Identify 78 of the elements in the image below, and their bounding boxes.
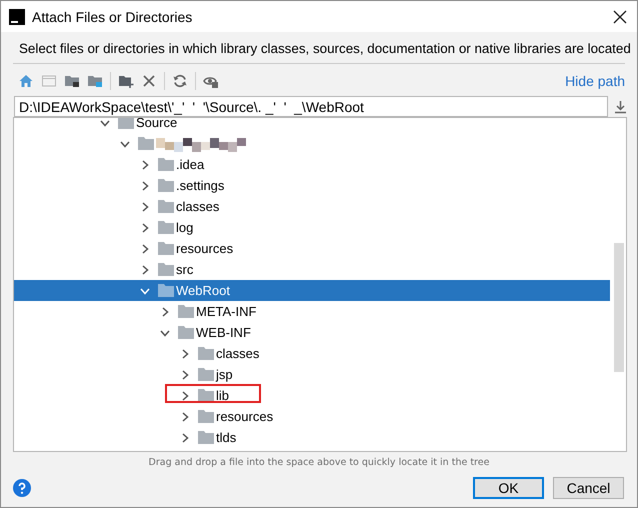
chevron-right-icon[interactable]	[140, 222, 150, 232]
folder-name: WEB-INF	[196, 325, 251, 340]
tree-row[interactable]: WEB-INF	[14, 322, 610, 343]
chevron-down-icon[interactable]	[160, 328, 170, 338]
folder-name: META-INF	[196, 304, 256, 319]
chevron-down-icon[interactable]	[120, 138, 130, 148]
folder-icon	[158, 179, 174, 192]
ok-button[interactable]: OK	[473, 477, 544, 499]
hint-text: Drag and drop a file into the space above to quickly locate it in the tree	[148, 456, 490, 470]
chevron-down-icon[interactable]	[140, 286, 150, 296]
folder-icon	[158, 221, 174, 234]
tree-row[interactable]: META-INF	[14, 301, 610, 322]
folder-name: classes	[216, 346, 260, 361]
folder-icon	[158, 284, 174, 297]
folder-name: .settings	[176, 178, 224, 193]
folder-name: tlds	[216, 430, 236, 445]
folder-icon	[198, 410, 214, 423]
tree-row[interactable]: resources	[14, 406, 610, 427]
app-logo-icon	[9, 8, 25, 24]
folder-icon	[158, 158, 174, 171]
folder-icon	[198, 431, 214, 444]
new-folder-icon[interactable]	[118, 73, 134, 89]
chevron-right-icon[interactable]	[140, 160, 150, 170]
tree-row[interactable]: .idea	[14, 154, 610, 175]
folder-icon	[178, 326, 194, 339]
folder-icon	[138, 137, 154, 150]
tree-row[interactable]: tlds	[14, 427, 610, 448]
tree-row[interactable]: resources	[14, 238, 610, 259]
tree-row[interactable]: WebRoot	[14, 280, 610, 301]
folder-name: classes	[176, 199, 220, 214]
folder-name: src	[176, 262, 194, 277]
folder-name: resources	[176, 241, 234, 256]
folder-name: jsp	[216, 367, 233, 382]
chevron-right-icon[interactable]	[180, 370, 190, 380]
scrollbar-thumb[interactable]	[614, 243, 624, 372]
folder-icon	[198, 368, 214, 381]
chevron-right-icon[interactable]	[180, 390, 190, 400]
folder-icon	[178, 305, 194, 318]
refresh-icon[interactable]	[172, 73, 188, 89]
folder-name: log	[176, 220, 194, 235]
hide-path-link[interactable]: Hide path	[565, 73, 625, 89]
house-icon[interactable]	[18, 73, 34, 89]
download-icon[interactable]	[614, 100, 627, 114]
folder-icon	[198, 347, 214, 360]
folder-name: lib	[216, 388, 230, 403]
folder-icon[interactable]	[64, 73, 80, 89]
path-field[interactable]: D:\IDEAWorkSpace\test\'_' ' '\Source\. _' ' _\WebRoot	[14, 96, 608, 117]
folder-name: .idea	[176, 157, 204, 172]
close-icon[interactable]	[613, 10, 627, 24]
chevron-right-icon[interactable]	[140, 202, 150, 212]
help-icon[interactable]	[13, 479, 31, 497]
delete-icon[interactable]	[141, 73, 157, 89]
chevron-right-icon[interactable]	[160, 306, 170, 316]
tree-row[interactable]: jsp	[14, 364, 610, 385]
chevron-right-icon[interactable]	[140, 264, 150, 274]
folder-icon	[158, 263, 174, 276]
tree-row[interactable]: classes	[14, 343, 610, 364]
folder-name: WebRoot	[176, 283, 230, 298]
tree-row[interactable]: log	[14, 217, 610, 238]
tree-row[interactable]: lib	[14, 385, 610, 406]
folder-icon	[198, 389, 214, 402]
tree-row[interactable]: .settings	[14, 175, 610, 196]
description-text: Select files or directories in which library classes, sources, documentation or native libraries are located	[19, 41, 631, 57]
tree-row[interactable]: classes	[14, 196, 610, 217]
chevron-right-icon[interactable]	[180, 432, 190, 442]
chevron-right-icon[interactable]	[180, 412, 190, 422]
chevron-right-icon[interactable]	[180, 348, 190, 358]
folder-icon	[158, 242, 174, 255]
chevron-right-icon[interactable]	[140, 244, 150, 254]
chevron-down-icon[interactable]	[100, 118, 110, 128]
chevron-right-icon[interactable]	[140, 180, 150, 190]
folder-name: Source	[136, 118, 178, 130]
tree-row[interactable]: src	[14, 259, 610, 280]
folder-name: resources	[216, 409, 274, 424]
tree-row[interactable]: Source	[14, 118, 610, 133]
folder-icon	[158, 200, 174, 213]
cancel-button[interactable]: Cancel	[553, 477, 624, 499]
window-title: Attach Files or Directories	[32, 8, 194, 24]
